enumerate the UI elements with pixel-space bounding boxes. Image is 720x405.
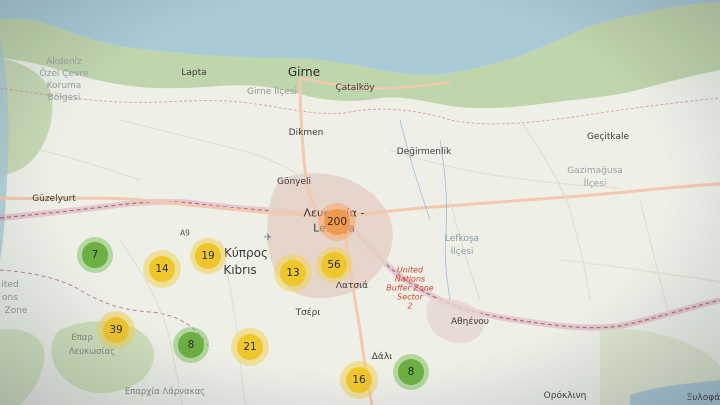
- cluster-count: 13: [286, 267, 300, 279]
- cluster-marker[interactable]: 8: [173, 327, 209, 363]
- place-akdeniz-4: Bölgesi: [47, 93, 81, 103]
- cluster-marker[interactable]: 200: [318, 203, 356, 241]
- buffer-zone-line-2: Nations: [394, 274, 426, 284]
- map-screen[interactable]: Girne Lapta Girne İlçesi Çatalköy Dikmen…: [0, 0, 720, 405]
- place-epar-2: Λευκωσίας: [68, 347, 116, 357]
- place-kypros-2: Kıbrıs: [223, 263, 257, 277]
- place-orokleni: Ορόκλινη: [543, 391, 587, 401]
- place-dali: Δάλι: [371, 352, 393, 362]
- cluster-marker[interactable]: 19: [190, 238, 226, 274]
- buffer-zone-line-5: 2: [407, 301, 413, 311]
- road-label-a9: A9: [180, 228, 190, 238]
- place-left-1: ited: [1, 280, 19, 290]
- cluster-count: 21: [243, 341, 257, 353]
- cluster-count: 39: [109, 324, 123, 336]
- cluster-marker[interactable]: 16: [340, 361, 378, 399]
- buffer-zone-label: United Nations Buffer Zone Sector 2: [386, 266, 433, 311]
- buffer-zone-line-1: United: [396, 265, 424, 275]
- cluster-marker[interactable]: 39: [97, 311, 135, 349]
- place-catalkoy: Çatalköy: [335, 83, 375, 93]
- place-guzelyurt: Güzelyurt: [32, 194, 76, 204]
- cluster-count: 200: [326, 216, 348, 228]
- cluster-marker[interactable]: 14: [143, 250, 181, 288]
- place-girne: Girne: [287, 65, 321, 79]
- buffer-zone-line-4: Sector: [397, 292, 423, 302]
- place-latsia: Λατσιά: [335, 281, 369, 291]
- place-degirmenlik: Değirmenlik: [396, 147, 452, 157]
- place-dikmen: Dikmen: [288, 128, 324, 138]
- cluster-count: 14: [155, 263, 169, 275]
- cluster-count: 8: [407, 366, 415, 378]
- place-epar-1: Επαρ: [71, 333, 93, 343]
- place-girne-ilcesi: Girne İlçesi: [247, 87, 297, 97]
- place-xylofagou: Ξυλοφάγ: [686, 393, 720, 403]
- cluster-count: 56: [327, 259, 341, 271]
- cluster-count: 7: [91, 249, 99, 261]
- cluster-count: 19: [201, 250, 215, 262]
- place-tseri: Τσέρι: [295, 308, 321, 318]
- cluster-marker[interactable]: 7: [77, 237, 113, 273]
- cluster-marker[interactable]: 8: [393, 354, 429, 390]
- place-lefkosa-1: Lefkoşa: [444, 234, 480, 244]
- place-athienou: Αθηένου: [451, 317, 489, 327]
- place-left-3: Zone: [4, 306, 28, 316]
- place-bottom: Επαρχία Λάρνακας: [124, 387, 206, 397]
- place-kypros-1: Κύπρος: [223, 246, 269, 260]
- cluster-count: 16: [352, 374, 366, 386]
- place-lapta: Lapta: [181, 68, 207, 78]
- place-gazimagusa-1: Gazimağusa: [567, 166, 623, 176]
- place-lefkosa-2: İlçesi: [450, 247, 474, 257]
- cluster-marker[interactable]: 56: [316, 247, 352, 283]
- cluster-marker[interactable]: 13: [274, 254, 312, 292]
- place-gazimagusa-2: İlçesi: [583, 179, 607, 189]
- place-akdeniz-3: Koruma: [46, 81, 82, 91]
- place-akdeniz-2: Özel Çevre: [39, 69, 89, 79]
- place-akdeniz-1: Akdeniz: [46, 57, 82, 67]
- cluster-count: 8: [187, 339, 195, 351]
- buffer-zone-line-3: Buffer Zone: [386, 283, 434, 293]
- place-gonyeli: Gönyeli: [276, 177, 312, 187]
- place-gecitkale: Geçitkale: [586, 132, 630, 142]
- cluster-marker[interactable]: 21: [231, 328, 269, 366]
- airport-icon: ✈: [263, 232, 273, 244]
- place-left-2: ons: [2, 293, 18, 303]
